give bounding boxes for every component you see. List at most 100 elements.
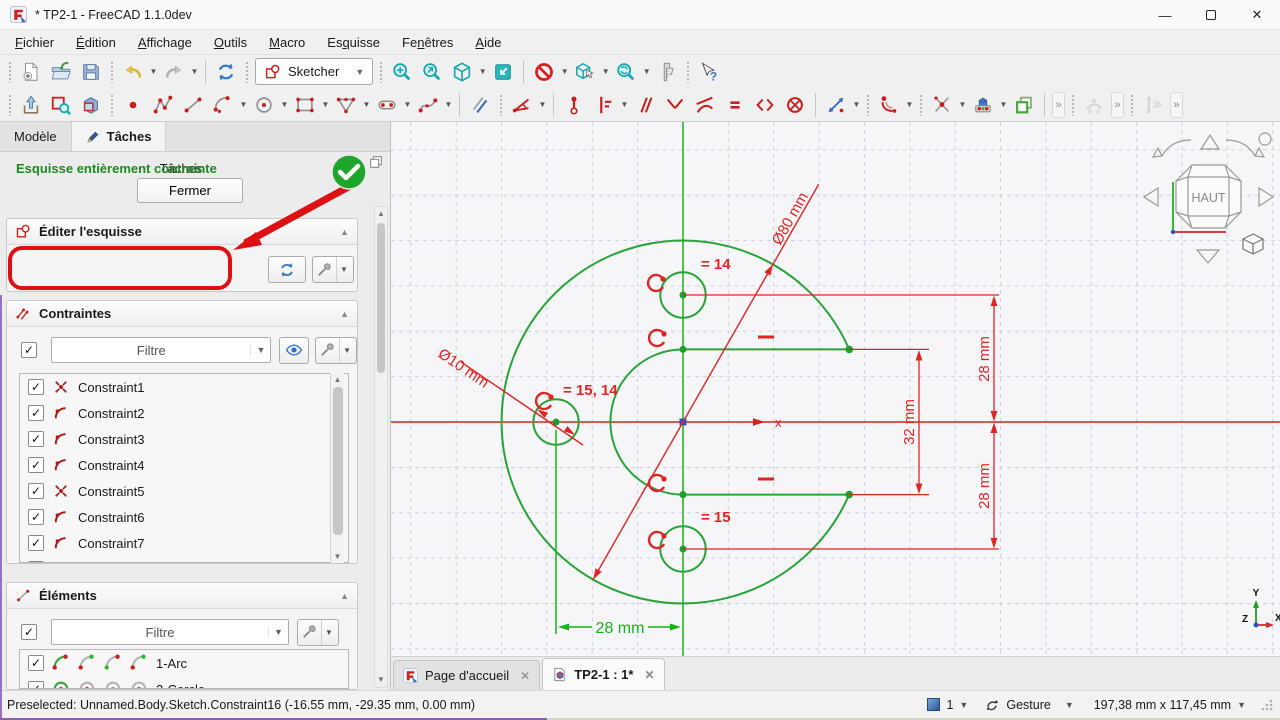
offset-button[interactable] <box>465 91 495 119</box>
circle-button-dropdown[interactable]: ▼ <box>279 91 290 119</box>
tangent-constraint-marker[interactable] <box>536 393 554 409</box>
dimension-label[interactable]: Ø80 mm <box>769 190 812 248</box>
nav-dot-icon[interactable] <box>1259 133 1271 145</box>
section-header-edit-sketch[interactable]: Éditer l'esquisse ▲ <box>7 219 357 245</box>
collapse-arrow-icon[interactable]: ▲ <box>340 591 349 601</box>
constrain-symmetric-button[interactable] <box>750 91 780 119</box>
toolbar-grip[interactable] <box>8 61 12 83</box>
constrain-block-button[interactable] <box>780 91 810 119</box>
constraints-settings-button[interactable]: ▼ <box>315 337 357 364</box>
toolbar-grip[interactable] <box>866 94 870 116</box>
constrain-tangent-button[interactable] <box>690 91 720 119</box>
document-tab-active[interactable]: TP2-1 : 1*✕ <box>542 658 664 690</box>
element-checkbox[interactable]: ✓ <box>28 681 44 689</box>
minimize-button[interactable]: — <box>1142 0 1188 30</box>
constraints-visibility-checkbox[interactable]: ✓ <box>21 342 37 358</box>
refresh-button[interactable] <box>211 58 241 86</box>
toolbar-grip[interactable] <box>245 61 249 83</box>
constraint-row[interactable]: ✓Constraint6 <box>20 504 348 530</box>
redo-button[interactable] <box>159 58 189 86</box>
toolbar-overflow-button[interactable]: » <box>1111 92 1124 118</box>
menu-aide[interactable]: Aide <box>464 32 512 53</box>
dimensions-dropdown[interactable]: ▼ <box>1237 700 1246 710</box>
constraint-row[interactable]: ✓Constraint1 <box>20 374 348 400</box>
element-checkbox[interactable]: ✓ <box>28 655 44 671</box>
element-row[interactable]: ✓2-Cercle <box>20 676 348 689</box>
polygon-button[interactable] <box>331 91 361 119</box>
dimension-label[interactable]: 28 mm <box>976 336 993 382</box>
constraint-checkbox[interactable]: ✓ <box>28 561 44 563</box>
dimension-button-dropdown[interactable]: ▼ <box>851 91 862 119</box>
undock-panel-icon[interactable] <box>368 154 384 170</box>
constrain-distance-button-dropdown[interactable]: ▼ <box>619 91 630 119</box>
nav-mini-cube-icon[interactable] <box>1243 234 1263 254</box>
constraint-row[interactable]: ✓Constraint2 <box>20 400 348 426</box>
show-constraints-button[interactable] <box>279 337 309 364</box>
polygon-button-dropdown[interactable]: ▼ <box>361 91 372 119</box>
nav-arrow-left-icon[interactable] <box>1144 188 1158 206</box>
constraint-row[interactable]: ✓ <box>20 556 348 563</box>
menu-fenetres[interactable]: Fenêtres <box>391 32 464 53</box>
dropdown-arrow-icon[interactable]: ▼ <box>268 627 288 637</box>
zoom-fit-button[interactable] <box>387 58 417 86</box>
constraint-checkbox[interactable]: ✓ <box>28 457 44 473</box>
close-tab-icon[interactable]: ✕ <box>640 668 654 682</box>
menu-fichier[interactable]: Fichier <box>4 32 65 53</box>
layer-dropdown[interactable]: ▼ <box>959 700 968 710</box>
dimension-label[interactable]: 32 mm <box>901 399 918 445</box>
resize-grip[interactable] <box>1260 698 1274 712</box>
nav-arrow-up-icon[interactable] <box>1201 135 1219 149</box>
sketch-settings-button[interactable]: ▼ <box>312 256 354 283</box>
clipping-plane-button-dropdown[interactable]: ▼ <box>559 58 570 86</box>
external-geometry-button-dropdown[interactable]: ▼ <box>998 91 1009 119</box>
toolbar-grip[interactable] <box>1130 94 1134 116</box>
carbon-copy-button[interactable] <box>1009 91 1039 119</box>
constrain-parallel-button[interactable] <box>630 91 660 119</box>
equal-label-bottom[interactable]: = 15 <box>701 509 731 526</box>
new-document-button[interactable] <box>16 58 46 86</box>
toolbar-grip[interactable] <box>379 61 383 83</box>
scroll-down-icon[interactable]: ▼ <box>375 673 387 687</box>
circle-button[interactable] <box>249 91 279 119</box>
collapse-arrow-icon[interactable]: ▲ <box>340 309 349 319</box>
leave-sketch-button[interactable] <box>16 91 46 119</box>
menu-edition[interactable]: Édition <box>65 32 127 53</box>
3d-viewport[interactable]: x 28 mm <box>390 122 1280 690</box>
slot-button-dropdown[interactable]: ▼ <box>402 91 413 119</box>
constraint-row[interactable]: ✓Constraint4 <box>20 452 348 478</box>
dropdown-arrow-icon[interactable]: ▼ <box>321 620 336 645</box>
document-tab-home[interactable]: Page d'accueil✕ <box>393 660 540 690</box>
dropdown-arrow-icon[interactable]: ▼ <box>339 338 354 363</box>
tangent-constraint-marker[interactable] <box>649 532 667 548</box>
elements-filter-combobox[interactable]: Filtre ▼ <box>51 619 289 645</box>
dimension-button[interactable] <box>821 91 851 119</box>
slot-button[interactable] <box>372 91 402 119</box>
collapse-arrow-icon[interactable]: ▲ <box>340 227 349 237</box>
whats-this-button[interactable] <box>694 58 724 86</box>
bspline-button[interactable] <box>413 91 443 119</box>
toolbar-grip[interactable] <box>1071 94 1075 116</box>
clipping-plane-button[interactable] <box>529 58 559 86</box>
bspline-button-dropdown[interactable]: ▼ <box>443 91 454 119</box>
sketch-canvas[interactable]: x 28 mm <box>391 122 1280 656</box>
zoom-selection-button[interactable] <box>417 58 447 86</box>
close-button[interactable]: ✕ <box>1234 0 1280 30</box>
tangent-constraint-marker[interactable] <box>649 475 667 491</box>
dropdown-arrow-icon[interactable]: ▼ <box>355 67 364 77</box>
rectangle-button[interactable] <box>290 91 320 119</box>
panel-tab-taches[interactable]: Tâches <box>72 122 167 151</box>
constrain-equal-button[interactable] <box>720 91 750 119</box>
constrain-perpendicular-button[interactable] <box>660 91 690 119</box>
maximize-button[interactable] <box>1188 0 1234 30</box>
constraint-row[interactable]: ✓Constraint5 <box>20 478 348 504</box>
dimension-label[interactable]: 28 mm <box>976 463 993 509</box>
toolbar-grip[interactable] <box>110 94 114 116</box>
arc-button[interactable] <box>208 91 238 119</box>
close-tab-icon[interactable]: ✕ <box>516 669 530 683</box>
trim-button-dropdown[interactable]: ▼ <box>957 91 968 119</box>
constraint-row[interactable]: ✓Constraint3 <box>20 426 348 452</box>
panel-tab-modele[interactable]: Modèle <box>0 122 72 151</box>
element-row[interactable]: ✓1-Arc <box>20 650 348 676</box>
sync-view-button[interactable] <box>611 58 641 86</box>
scroll-up-icon[interactable]: ▲ <box>331 373 344 386</box>
